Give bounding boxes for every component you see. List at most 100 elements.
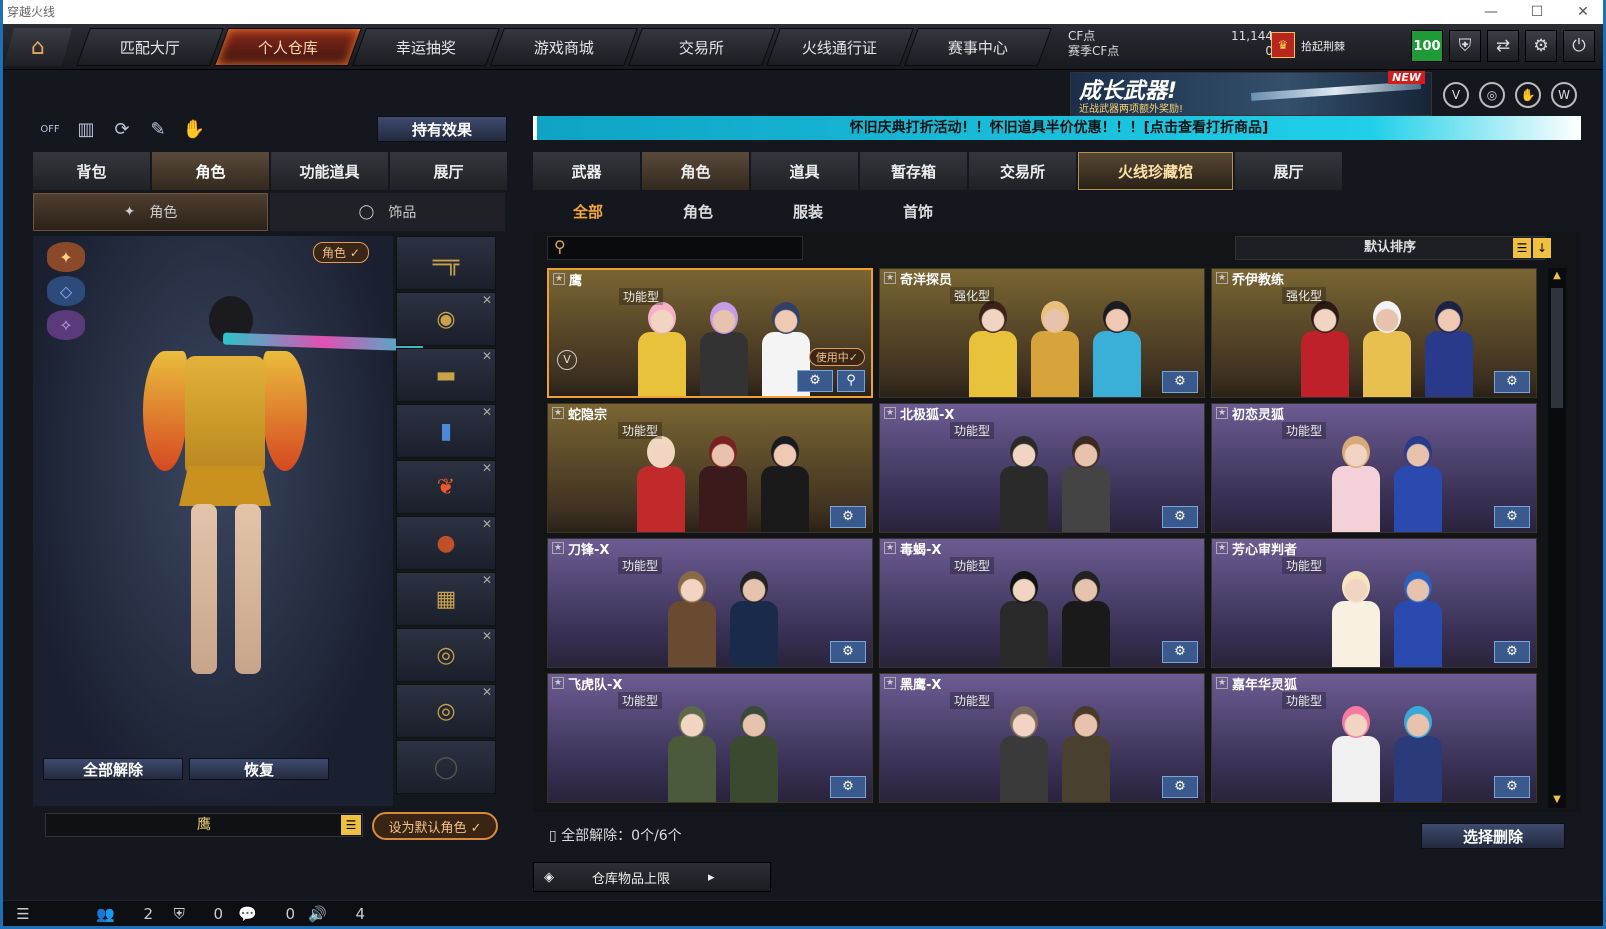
settings-icon[interactable]: ⚙ xyxy=(1162,641,1198,663)
tab-characters[interactable]: 角色 xyxy=(642,152,749,190)
remove-icon[interactable]: ✕ xyxy=(482,405,492,419)
character-card[interactable]: ★ 鹰 功能型 使用中✓ V ⚙ ⚲ xyxy=(547,268,873,398)
slot-radio[interactable]: ▮ ✕ xyxy=(396,404,496,458)
character-card[interactable]: ★ 奇洋探员 强化型 ⚙ xyxy=(879,268,1205,398)
tab-weapons[interactable]: 武器 xyxy=(533,152,640,190)
character-card[interactable]: ★ 蛇隐宗 功能型 ⚙ xyxy=(547,403,873,533)
nav-tab-lucky-draw[interactable]: 幸运抽奖 xyxy=(352,28,500,66)
shield-count[interactable]: ⛨ 0 xyxy=(153,905,223,923)
set-default-character-button[interactable]: 设为默认角色 ✓ xyxy=(372,812,498,840)
settings-icon[interactable]: ⚙ xyxy=(1494,506,1530,528)
list-icon[interactable]: ☰ xyxy=(3,905,43,923)
settings-icon[interactable]: ⚙ xyxy=(830,641,866,663)
scroll-down-icon[interactable]: ▼ xyxy=(1548,792,1566,808)
storage-capacity-bar[interactable]: ◈ 仓库物品上限 ▸ xyxy=(533,862,771,892)
unequip-all-button[interactable]: 全部解除 xyxy=(43,758,183,780)
settings-icon[interactable]: ⚙ xyxy=(1494,641,1530,663)
character-card[interactable]: ★ 刀锋-X 功能型 ⚙ xyxy=(547,538,873,668)
power-icon[interactable]: ⏻ xyxy=(1563,30,1595,62)
settings-icon[interactable]: ⚙ xyxy=(1494,371,1530,393)
character-card[interactable]: ★ 北极狐-X 功能型 ⚙ xyxy=(879,403,1205,533)
promo-ticker[interactable]: 怀旧庆典打折活动！！怀旧道具半价优惠！！！[点击查看打折商品] xyxy=(533,116,1581,140)
off-toggle-icon[interactable]: OFF xyxy=(37,116,63,142)
favorite-icon[interactable]: ★ xyxy=(1216,407,1228,419)
exchange-icon[interactable]: ⇄ xyxy=(1487,30,1519,62)
friends-count[interactable]: 👥 2 xyxy=(43,905,153,923)
home-button[interactable]: ⌂ xyxy=(3,28,73,66)
globe-icon[interactable]: ◎ xyxy=(1479,82,1505,108)
slot-goggles[interactable]: ▬ ✕ xyxy=(396,348,496,402)
sort-arrow-icon[interactable]: ↓ xyxy=(1533,238,1551,258)
favorite-icon[interactable]: ★ xyxy=(1216,542,1228,554)
volume-count[interactable]: 🔊 4 xyxy=(295,905,365,923)
nav-tab-match-lobby[interactable]: 匹配大厅 xyxy=(76,28,224,66)
minimize-button[interactable]: — xyxy=(1479,0,1503,24)
magnify-icon[interactable]: ⚲ xyxy=(837,370,865,392)
promo-banner[interactable]: 成长武器! 近战武器两项额外奖励! NEW xyxy=(1070,71,1432,116)
close-button[interactable]: ✕ xyxy=(1571,0,1595,24)
character-card[interactable]: ★ 黑鹰-X 功能型 ⚙ xyxy=(879,673,1205,803)
tab-items[interactable]: 功能道具 xyxy=(271,152,388,190)
tab-temp-box[interactable]: 暂存箱 xyxy=(860,152,967,190)
favorite-icon[interactable]: ★ xyxy=(552,407,564,419)
tab-hall[interactable]: 展厅 xyxy=(1235,152,1342,190)
gear-icon[interactable]: ⚙ xyxy=(1525,30,1557,62)
nav-tab-events[interactable]: 赛事中心 xyxy=(904,28,1052,66)
filter-jewelry[interactable]: 首饰 xyxy=(863,193,973,229)
settings-icon[interactable]: ⚙ xyxy=(830,776,866,798)
refresh-icon[interactable]: ⟳ xyxy=(109,116,135,142)
wings-side-icon[interactable]: ◇ xyxy=(47,276,85,306)
hold-effect-button[interactable]: 持有效果 xyxy=(377,116,507,142)
tab-character[interactable]: 角色 xyxy=(152,152,269,190)
eagle-icon[interactable]: ✦ xyxy=(47,242,85,272)
filter-all[interactable]: 全部 xyxy=(533,193,643,229)
level-badge[interactable]: 100 xyxy=(1411,30,1443,62)
stats-icon[interactable]: ▥ xyxy=(73,116,99,142)
character-name-field[interactable]: 鹰 xyxy=(45,813,363,837)
favorite-icon[interactable]: ★ xyxy=(553,273,565,285)
menu-icon[interactable]: ☰ xyxy=(341,815,361,835)
remove-icon[interactable]: ✕ xyxy=(482,461,492,475)
settings-icon[interactable]: ⚙ xyxy=(1162,776,1198,798)
restore-button[interactable]: 恢复 xyxy=(189,758,329,780)
tab-collection[interactable]: 火线珍藏馆 xyxy=(1078,152,1233,190)
slot-ring-1[interactable]: ◎ ✕ xyxy=(396,628,496,682)
favorite-icon[interactable]: ★ xyxy=(1216,272,1228,284)
tab-backpack[interactable]: 背包 xyxy=(33,152,150,190)
character-card[interactable]: ★ 飞虎队-X 功能型 ⚙ xyxy=(547,673,873,803)
shield-icon[interactable]: ⛨ xyxy=(1449,30,1481,62)
sort-dropdown[interactable]: 默认排序 xyxy=(1235,236,1545,260)
subtab-character[interactable]: ✦ 角色 xyxy=(33,193,268,231)
chat-count[interactable]: 💬 0 xyxy=(223,905,295,923)
search-input[interactable]: ⚲ xyxy=(547,236,803,260)
remove-icon[interactable]: ✕ xyxy=(482,293,492,307)
slot-grenade[interactable]: ● ✕ xyxy=(396,516,496,570)
character-card[interactable]: ★ 乔伊教练 强化型 ⚙ xyxy=(1211,268,1537,398)
remove-icon[interactable]: ✕ xyxy=(482,629,492,643)
tab-showroom[interactable]: 展厅 xyxy=(390,152,507,190)
remove-icon[interactable]: ✕ xyxy=(482,517,492,531)
settings-icon[interactable]: ⚙ xyxy=(1494,776,1530,798)
character-card[interactable]: ★ 初恋灵狐 功能型 ⚙ xyxy=(1211,403,1537,533)
nav-tab-exchange[interactable]: 交易所 xyxy=(628,28,776,66)
settings-icon[interactable]: ⚙ xyxy=(797,370,833,392)
select-delete-button[interactable]: 选择删除 xyxy=(1421,823,1565,849)
maximize-button[interactable]: ☐ xyxy=(1525,0,1549,24)
list-view-icon[interactable]: ☰ xyxy=(1513,238,1531,258)
scroll-up-icon[interactable]: ▲ xyxy=(1548,268,1566,284)
wings-icon[interactable]: W xyxy=(1551,82,1577,108)
scrollbar[interactable]: ▲ ▼ xyxy=(1548,268,1566,808)
remove-icon[interactable]: ✕ xyxy=(482,573,492,587)
slot-wings[interactable]: ❦ ✕ xyxy=(396,460,496,514)
v-badge-icon[interactable]: V xyxy=(1443,82,1469,108)
character-card[interactable]: ★ 毒蝎-X 功能型 ⚙ xyxy=(879,538,1205,668)
favorite-icon[interactable]: ★ xyxy=(884,542,896,554)
favorite-icon[interactable]: ★ xyxy=(1216,677,1228,689)
nav-tab-battle-pass[interactable]: 火线通行证 xyxy=(766,28,914,66)
glove-icon[interactable]: ✋ xyxy=(181,116,207,142)
remove-icon[interactable]: ✕ xyxy=(482,349,492,363)
character-preview[interactable]: ✦ ◇ ✧ 角色 ✓ xyxy=(33,236,424,806)
settings-icon[interactable]: ⚙ xyxy=(830,506,866,528)
remove-icon[interactable]: ✕ xyxy=(482,685,492,699)
slot-vest[interactable]: ▦ ✕ xyxy=(396,572,496,626)
